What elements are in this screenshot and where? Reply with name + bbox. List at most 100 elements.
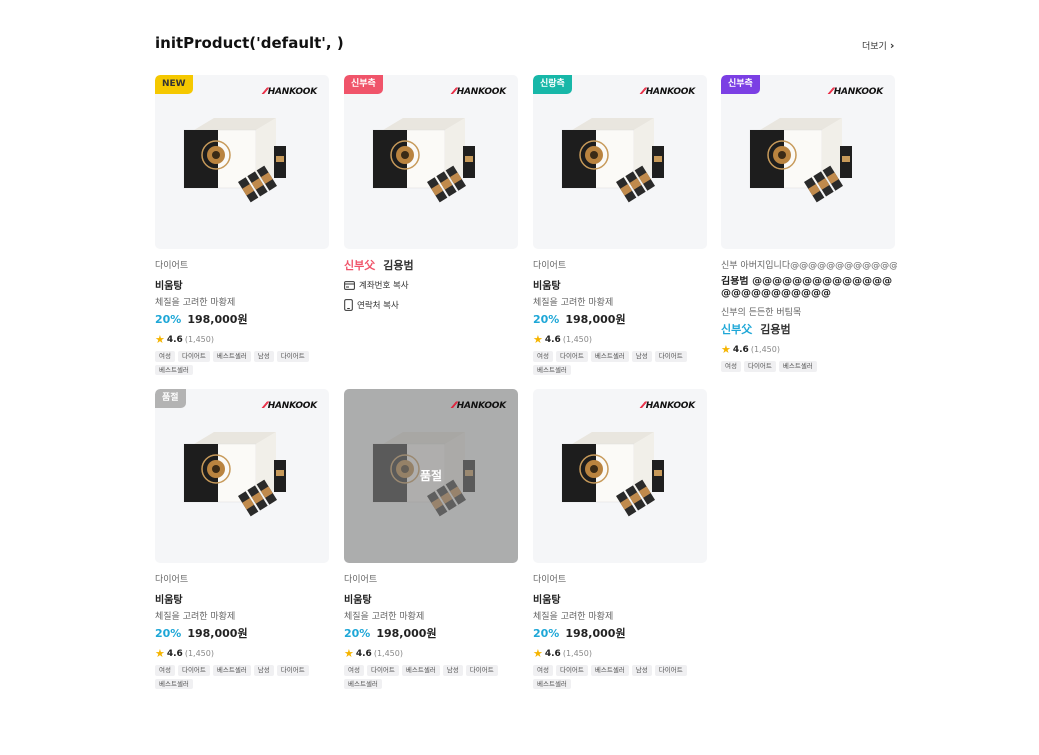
tag[interactable]: 여성 [344,665,364,676]
tag[interactable]: 남성 [442,665,463,676]
category-label: 다이어트 [344,575,378,585]
tag[interactable]: 베스트셀러 [344,678,382,689]
product-name[interactable]: 비움탕 [155,277,183,292]
seller-name: 김용범 [383,259,414,272]
product-image [749,118,852,203]
product-card[interactable]: ⁄⁄HANKOOK 신부측 신부 아버지입니다@@@@@@@@@@@@@@ 김용… [721,75,897,375]
product-card[interactable]: ⁄⁄HANKOOK 신랑측 다이어트 비움탕 체질을 고려한 마황제 20% 19… [533,75,707,375]
star-icon: ★ [155,333,165,346]
product-image [183,432,286,517]
product-thumbnail[interactable]: ⁄⁄HANKOOK 신부측 [344,75,518,249]
star-icon: ★ [533,333,543,346]
seller-name: 김용범 [760,323,791,336]
product-thumbnail[interactable]: ⁄⁄HANKOOK [533,389,707,563]
seller-relation: 신부父 [344,259,376,272]
product-card[interactable]: ⁄⁄HANKOOK 다이어트 비움탕 체질을 고려한 마황제 20% 198,00… [533,389,707,689]
tag[interactable]: 다이어트 [555,665,588,676]
rating-score: 4.6 [355,648,372,659]
copy-phone-button[interactable]: 연락처 복사 [344,299,399,311]
more-label: 더보기 [862,42,887,52]
product-thumbnail[interactable]: ⁄⁄HANKOOK 신부측 [721,75,895,249]
product-name[interactable]: 김용범 @@@@@@@@@@@@@@@@@@@@@@@@@ [721,276,897,300]
tag[interactable]: 베스트셀러 [590,665,629,676]
tag[interactable]: 다이어트 [276,665,309,676]
product-image [183,118,286,203]
product-thumbnail[interactable]: ⁄⁄HANKOOK 신랑측 [533,75,707,249]
rating-score: 4.6 [732,344,749,355]
product-desc: 체질을 고려한 마황제 [533,298,614,308]
category-label: 다이어트 [533,261,567,271]
product-card[interactable]: ⁄⁄HANKOOK NEW 다이어트 비움탕 체질을 고려한 마황제 20% 19… [155,75,329,375]
tag[interactable]: 다이어트 [177,351,210,362]
tag[interactable]: 여성 [721,361,741,372]
tag[interactable]: 베스트셀러 [401,665,440,676]
tag[interactable]: 남성 [253,665,274,676]
card-icon [344,280,355,290]
review-count: (1,450) [373,649,403,658]
product-thumbnail[interactable]: ⁄⁄HANKOOK NEW [155,75,329,249]
product-card[interactable]: ⁄⁄HANKOOK 품절 다이어트 비움탕 체질을 고려한 마황제 20% 198… [344,389,518,689]
tag[interactable]: 다이어트 [654,351,687,362]
product-thumbnail[interactable]: ⁄⁄HANKOOK 품절 [155,389,329,563]
product-thumbnail[interactable]: ⁄⁄HANKOOK 품절 [344,389,518,563]
tag[interactable]: 다이어트 [654,665,687,676]
tag[interactable]: 여성 [155,665,175,676]
tag-list: 여성 다이어트 베스트셀러 [721,361,881,372]
tag[interactable]: 남성 [631,665,652,676]
status-badge: 품절 [155,389,186,408]
price: 198,000원 [565,627,626,640]
tag[interactable]: 베스트셀러 [778,361,817,372]
product-name[interactable]: 비움탕 [155,591,183,606]
copy-account-label: 계좌번호 복사 [359,281,409,291]
tag[interactable]: 여성 [533,351,553,362]
product-desc: 체질을 고려한 마황제 [155,298,236,308]
tag[interactable]: 베스트셀러 [212,351,251,362]
price: 198,000원 [187,627,248,640]
brand-logo: ⁄⁄HANKOOK [264,401,317,411]
more-link[interactable]: 더보기 › [862,39,894,52]
product-name[interactable]: 비움탕 [533,591,561,606]
rating-row: ★ 4.6 (1,450) [155,333,214,346]
product-card[interactable]: ⁄⁄HANKOOK 신부측 신부父 김용범 계좌번호 복사 연락처 복사 [344,75,518,375]
discount-rate: 20% [344,627,371,640]
tag[interactable]: 다이어트 [177,665,210,676]
product-desc: 체질을 고려한 마황제 [155,612,236,622]
price-row: 20% 198,000원 [533,625,626,641]
category-label: 다이어트 [155,261,189,271]
rating-row: ★ 4.6 (1,450) [155,647,214,660]
tag-list: 여성 다이어트 베스트셀러 남성 다이어트 베스트셀러 [155,351,315,375]
tag[interactable]: 다이어트 [465,665,498,676]
tag[interactable]: 베스트셀러 [155,364,193,375]
tag[interactable]: 다이어트 [366,665,399,676]
star-icon: ★ [533,647,543,660]
product-name[interactable]: 비움탕 [533,277,561,292]
tag-list: 여성 다이어트 베스트셀러 남성 다이어트 베스트셀러 [344,665,504,689]
tag[interactable]: 여성 [533,665,553,676]
tag[interactable]: 여성 [155,351,175,362]
price: 198,000원 [187,313,248,326]
rating-score: 4.6 [544,334,561,345]
tag[interactable]: 다이어트 [743,361,776,372]
tag[interactable]: 베스트셀러 [212,665,251,676]
product-card[interactable]: ⁄⁄HANKOOK 품절 다이어트 비움탕 체질을 고려한 마황제 20% 198… [155,389,329,689]
copy-account-button[interactable]: 계좌번호 복사 [344,279,409,291]
brand-logo: ⁄⁄HANKOOK [453,401,506,411]
rating-row: ★ 4.6 (1,450) [533,333,592,346]
tag[interactable]: 베스트셀러 [155,678,193,689]
product-image [372,118,475,203]
price: 198,000원 [376,627,437,640]
tag[interactable]: 남성 [631,351,652,362]
tag[interactable]: 베스트셀러 [533,364,571,375]
status-badge: 신부측 [721,75,760,94]
tag[interactable]: 남성 [253,351,274,362]
tag[interactable]: 다이어트 [276,351,309,362]
brand-logo: ⁄⁄HANKOOK [642,401,695,411]
tag[interactable]: 베스트셀러 [533,678,571,689]
category-label: 신부 아버지입니다@@@@@@@@@@@@@@ [721,261,897,271]
discount-rate: 20% [533,313,560,326]
review-count: (1,450) [750,345,780,354]
tag[interactable]: 베스트셀러 [590,351,629,362]
tag[interactable]: 다이어트 [555,351,588,362]
star-icon: ★ [344,647,354,660]
product-name[interactable]: 비움탕 [344,591,372,606]
